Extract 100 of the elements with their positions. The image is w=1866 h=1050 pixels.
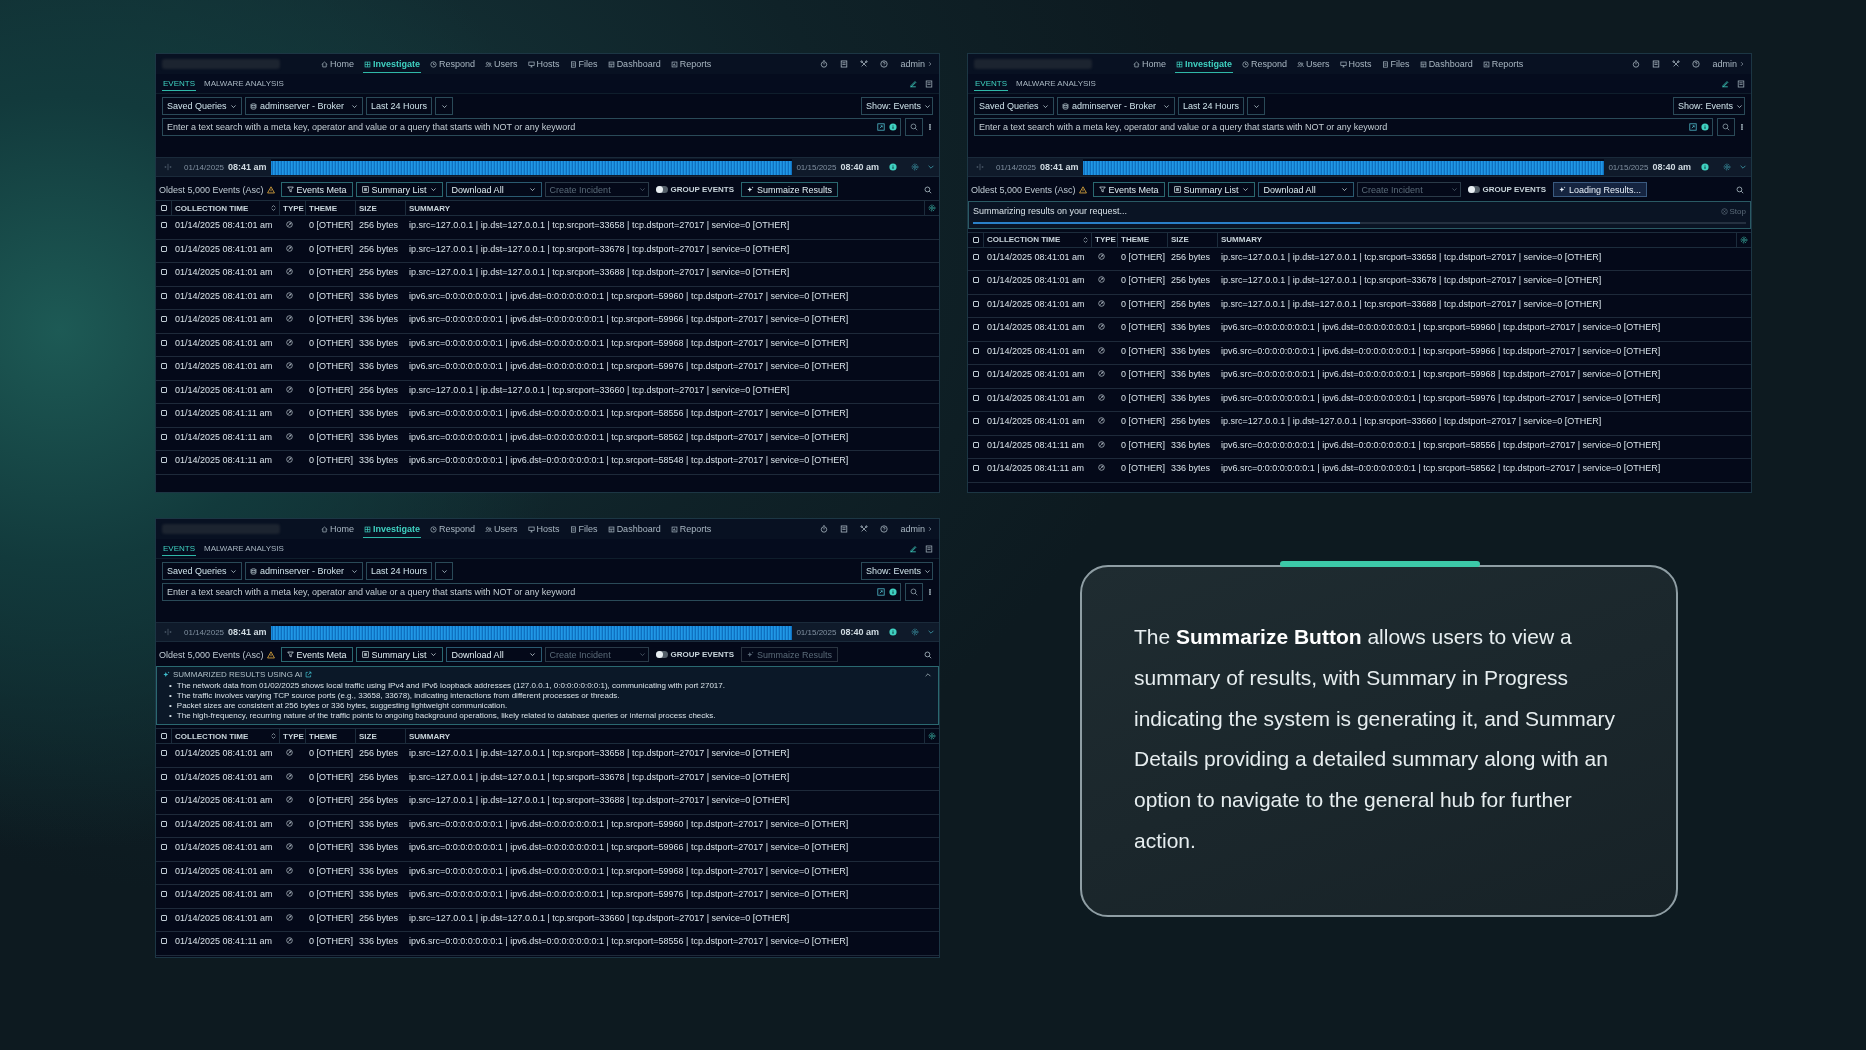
row-checkbox[interactable] [161,245,167,252]
row-checkbox[interactable] [973,300,979,307]
service-dropdown[interactable]: adminserver - Broker [245,97,363,115]
timer-icon[interactable] [820,60,829,68]
nav-tab[interactable]: Files [1380,55,1411,73]
user-menu[interactable]: admin [900,524,933,534]
row-checkbox[interactable] [161,363,167,369]
search-field[interactable]: Enter a text search with a meta key, operator and value or a query that starts with NOT or any keyword [162,583,901,601]
saved-queries-dropdown[interactable]: Saved Queries [162,562,242,580]
nav-tab[interactable]: Users [1296,55,1331,73]
select-all-checkbox[interactable] [972,236,979,243]
summarize-button[interactable]: Loading Results... [1553,182,1648,197]
row-checkbox[interactable] [161,938,167,944]
events-meta-button[interactable]: Events Meta [1092,182,1165,197]
nav-tab[interactable]: Investigate [1175,55,1234,73]
settings-icon[interactable] [1723,163,1731,171]
settings-icon[interactable] [911,628,919,636]
nav-tab[interactable]: Hosts [1338,55,1373,73]
help-icon[interactable] [880,525,889,533]
time-range-dropdown[interactable]: Last 24 Hours [366,97,432,115]
subtab[interactable]: MALWARE ANALYSIS [203,76,285,91]
user-menu[interactable]: admin [900,59,933,69]
user-menu[interactable]: admin [1712,59,1745,69]
subtab[interactable]: MALWARE ANALYSIS [203,541,285,556]
search-field[interactable]: Enter a text search with a meta key, operator and value or a query that starts with NOT or any keyword [162,118,901,136]
nav-tab[interactable]: Dashboard [606,55,662,73]
info-icon[interactable] [1701,163,1709,171]
help-icon[interactable] [1692,60,1701,68]
chevron-down-icon[interactable] [1739,163,1747,171]
search-icon[interactable] [924,650,932,659]
row-checkbox[interactable] [973,277,979,283]
row-checkbox[interactable] [161,773,167,780]
row-checkbox[interactable] [161,433,167,440]
show-dropdown[interactable]: Show: Events [861,97,933,115]
row-checkbox[interactable] [973,418,979,424]
drag-handle-icon[interactable] [164,163,172,171]
notes-icon[interactable] [840,60,849,68]
more-icon[interactable] [927,123,933,131]
row-checkbox[interactable] [161,316,167,322]
nav-tab[interactable]: Reports [1481,55,1525,73]
edit-chart-icon[interactable] [909,79,917,88]
row-checkbox[interactable] [161,292,167,299]
row-checkbox[interactable] [973,465,979,471]
sort-icon[interactable] [270,204,277,212]
nav-tab[interactable]: Respond [1241,55,1289,73]
nav-tab[interactable]: Home [320,55,355,73]
nav-tab[interactable]: Reports [669,55,713,73]
summarize-button[interactable]: Summaize Results [741,182,839,197]
row-checkbox[interactable] [161,222,167,228]
sort-icon[interactable] [1082,235,1089,244]
row-checkbox[interactable] [973,394,979,401]
row-checkbox[interactable] [161,891,167,897]
row-checkbox[interactable] [161,269,167,275]
edit-chart-icon[interactable] [909,544,917,553]
nav-tab[interactable]: Investigate [363,520,422,538]
nav-tab[interactable]: Files [568,55,599,73]
group-events-toggle[interactable] [1467,186,1480,193]
expand-icon[interactable] [877,588,885,596]
service-dropdown[interactable]: adminserver - Broker [245,562,363,580]
nav-tab[interactable]: Home [320,520,355,538]
settings-icon[interactable] [911,163,919,171]
events-meta-button[interactable]: Events Meta [280,182,353,197]
summary-list-dropdown[interactable]: Summary List [1167,182,1255,197]
nav-tab[interactable]: Users [484,520,519,538]
search-icon[interactable] [924,185,932,194]
row-checkbox[interactable] [161,914,167,921]
download-dropdown[interactable]: Download All [1257,182,1354,197]
nav-tab[interactable]: Respond [429,520,477,538]
settings-icon[interactable] [928,204,936,212]
summary-list-dropdown[interactable]: Summary List [355,182,443,197]
row-checkbox[interactable] [161,386,167,393]
info-icon[interactable] [889,123,897,131]
notes-icon[interactable] [1737,79,1745,88]
search-button[interactable] [905,118,923,136]
events-meta-button[interactable]: Events Meta [280,647,353,662]
group-events-toggle[interactable] [655,186,668,193]
search-field[interactable]: Enter a text search with a meta key, operator and value or a query that starts with NOT or any keyword [974,118,1713,136]
download-dropdown[interactable]: Download All [445,647,542,662]
nav-tab[interactable]: Files [568,520,599,538]
saved-queries-dropdown[interactable]: Saved Queries [162,97,242,115]
expand-icon[interactable] [1689,123,1697,131]
nav-tab[interactable]: Investigate [363,55,422,73]
chevron-up-icon[interactable] [924,670,932,679]
settings-icon[interactable] [928,732,936,740]
expand-icon[interactable] [877,123,885,131]
timer-icon[interactable] [1632,60,1641,68]
tools-icon[interactable] [1672,60,1681,68]
group-events-toggle[interactable] [655,651,668,658]
row-checkbox[interactable] [973,371,979,377]
search-button[interactable] [1717,118,1735,136]
settings-icon[interactable] [1740,235,1748,244]
subtab[interactable]: MALWARE ANALYSIS [1015,76,1097,91]
sort-icon[interactable] [270,732,277,740]
nav-tab[interactable]: Dashboard [1418,55,1474,73]
tools-icon[interactable] [860,60,869,68]
nav-tab[interactable]: Home [1132,55,1167,73]
help-icon[interactable] [880,60,889,68]
row-checkbox[interactable] [973,253,979,260]
row-checkbox[interactable] [161,867,167,874]
notes-icon[interactable] [925,79,933,88]
